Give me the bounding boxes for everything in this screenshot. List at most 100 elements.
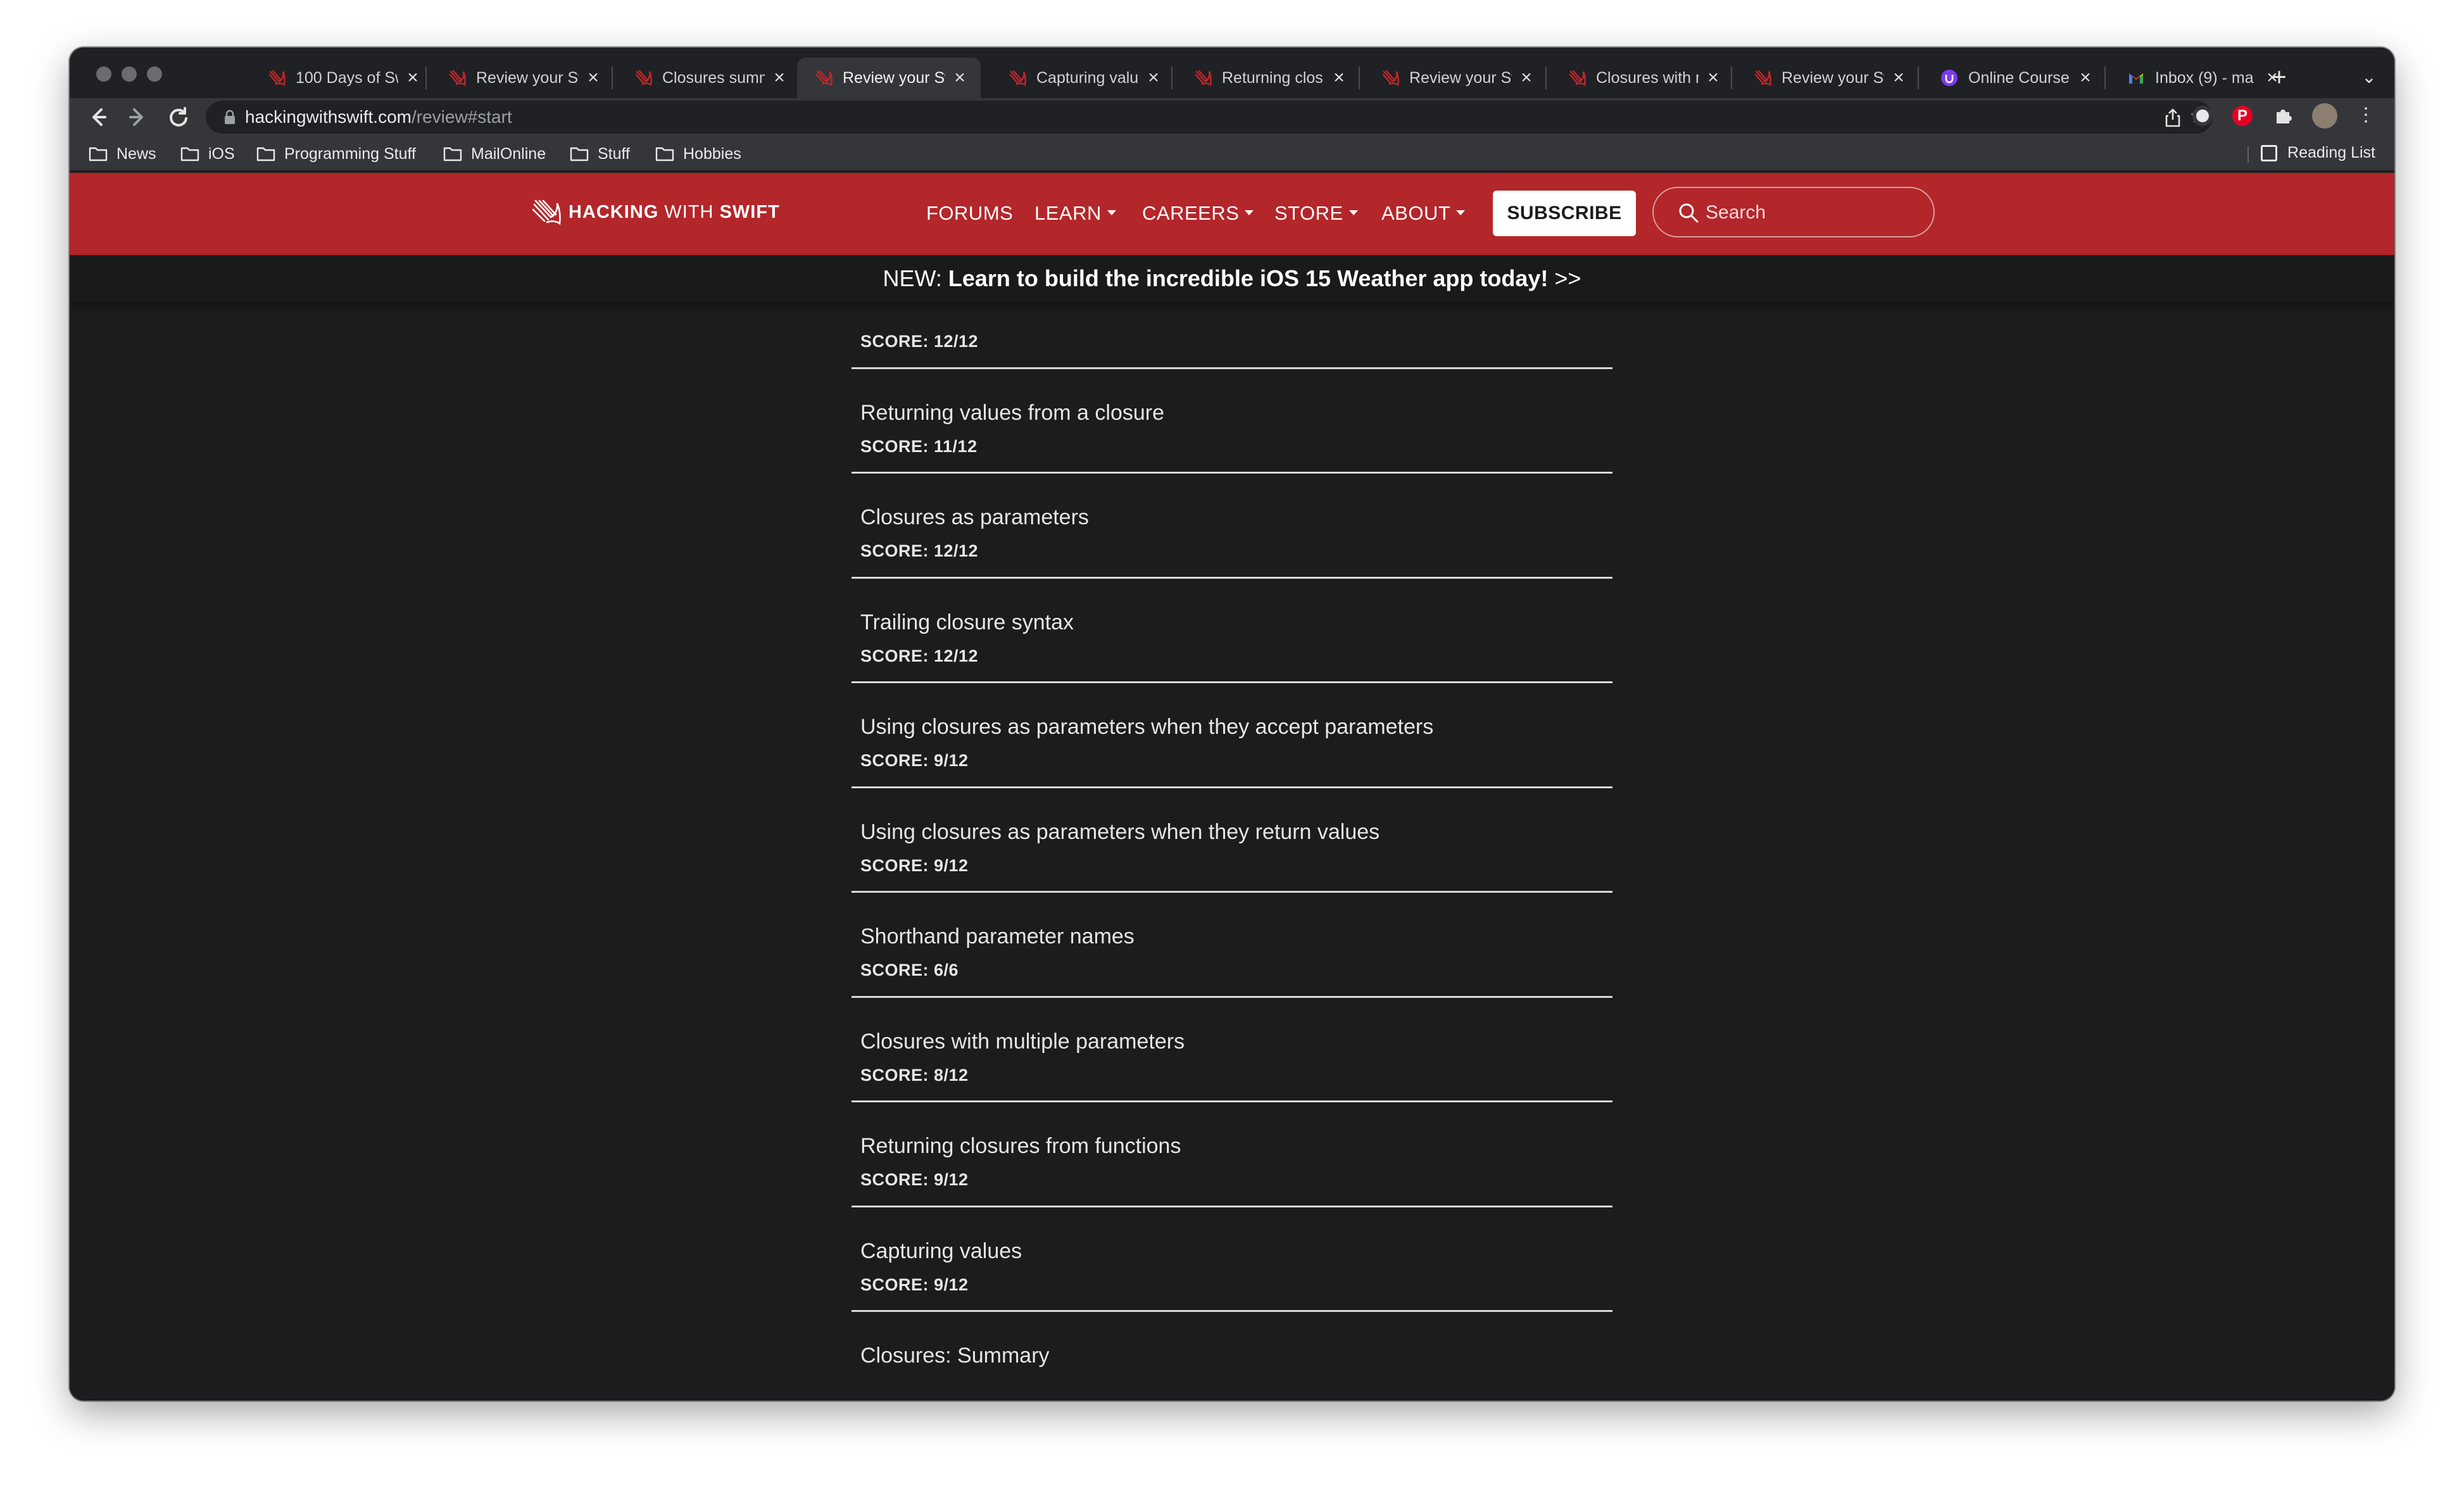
review-score: SCORE: 6/6 [860,961,959,980]
caret-down-icon [1348,210,1358,215]
bookmark-folder[interactable]: Programming Stuff [256,144,416,164]
nav-forums-label: FORUMS [926,202,1014,224]
browser-tab[interactable]: Online Course × [1923,58,2106,98]
bookmark-folder[interactable]: Stuff [570,144,630,164]
logo-swift: SWIFT [719,201,780,222]
tab-title: Capturing valu [1036,68,1139,87]
review-title[interactable]: Closures with multiple parameters [860,1030,1185,1054]
announcement-banner[interactable]: NEW: Learn to build the incredible iOS 1… [70,255,2394,302]
review-item[interactable]: SCORE: 12/12 [852,302,1612,369]
review-title[interactable]: Closures: Summary [860,1344,1050,1368]
tab-separator [1171,66,1172,89]
nav-careers[interactable]: CAREERS [1142,202,1254,225]
close-tab-icon[interactable]: × [2077,67,2094,89]
extension-dark-mode-icon[interactable] [2192,106,2213,126]
announce-suffix: >> [1554,265,1581,291]
forward-button[interactable] [123,102,153,132]
close-tab-icon[interactable]: × [1705,67,1721,89]
review-item[interactable]: Closures as parameters SCORE: 12/12 [852,474,1612,579]
close-tab-icon[interactable]: × [771,67,788,89]
nav-about[interactable]: ABOUT [1381,202,1466,225]
reading-list-icon [2261,144,2278,161]
new-tab-button[interactable]: + [2263,61,2295,93]
tab-separator [1918,66,1919,89]
review-title[interactable]: Capturing values [860,1239,1022,1264]
review-item[interactable]: Returning values from a closure SCORE: 11… [852,369,1612,474]
profile-avatar[interactable] [2312,103,2337,129]
browser-tab[interactable]: 100 Days of Sw × [250,58,434,98]
browser-tab[interactable]: Review your Sw × [797,58,981,98]
review-item[interactable]: Trailing closure syntax SCORE: 12/12 [852,579,1612,683]
bookmark-folder[interactable]: MailOnline [443,144,546,164]
review-title[interactable]: Trailing closure syntax [860,610,1074,635]
close-tab-icon[interactable]: × [1518,67,1535,89]
browser-tab[interactable]: Review your Sw × [1364,58,1547,98]
review-title[interactable]: Returning closures from functions [860,1134,1181,1159]
browser-tab[interactable]: Closures with m × [1550,58,1734,98]
browser-tab[interactable]: Closures summ × [617,58,800,98]
maximize-window-button[interactable] [147,66,162,82]
site-logo[interactable]: HACKING WITH SWIFT [532,198,780,226]
review-item[interactable]: Capturing values SCORE: 9/12 [852,1207,1612,1312]
review-item[interactable]: Using closures as parameters when they a… [852,683,1612,788]
close-tab-icon[interactable]: × [1331,67,1347,89]
bookmark-label: MailOnline [471,144,546,163]
swift-bird-logo-icon [532,199,561,225]
close-tab-icon[interactable]: × [585,67,601,89]
minimize-window-button[interactable] [122,66,137,82]
nav-forums[interactable]: FORUMS [926,202,1013,225]
browser-tab[interactable]: Review your Sw × [1736,58,1920,98]
bookmark-folder[interactable]: Hobbies [655,144,741,164]
review-title[interactable]: Using closures as parameters when they r… [860,820,1380,845]
close-tab-icon[interactable]: × [405,67,421,89]
address-bar[interactable]: hackingwithswift.com/review#start ☆ [206,101,2213,134]
review-item[interactable]: Returning closures from functions SCORE: … [852,1102,1612,1207]
review-title[interactable]: Returning values from a closure [860,401,1164,425]
bookmarks-bar: News iOS Programming Stuff MailOnline Stuff H… [70,136,2394,172]
close-tab-icon[interactable]: × [1890,67,1907,89]
close-window-button[interactable] [96,66,111,82]
site-search-input[interactable]: Search [1652,187,1935,237]
share-icon[interactable] [2162,107,2184,129]
close-tab-icon[interactable]: × [1145,67,1162,89]
browser-tab[interactable]: Review your Sw × [431,58,614,98]
subscribe-button[interactable]: SUBSCRIBE [1493,191,1636,236]
browser-tab[interactable]: Returning clos × [1176,58,1360,98]
review-score: SCORE: 9/12 [860,1275,969,1294]
review-title[interactable]: Using closures as parameters when they a… [860,715,1433,740]
tab-title: 100 Days of Sw [296,68,398,87]
tab-strip: 100 Days of Sw × Review your Sw × Closures s… [70,47,2394,98]
bookmark-folder[interactable]: iOS [180,144,235,164]
reload-button[interactable] [163,102,194,132]
folder-icon [89,147,108,161]
forward-arrow-icon [129,108,143,126]
search-placeholder: Search [1706,202,1766,223]
search-icon [1679,203,1699,223]
review-item[interactable]: Shorthand parameter names SCORE: 6/6 [852,893,1612,998]
browser-menu-icon[interactable]: ⋮ [2355,104,2377,126]
pinterest-icon[interactable]: P [2232,106,2253,126]
review-title[interactable]: Shorthand parameter names [860,924,1135,949]
nav-store[interactable]: STORE [1274,202,1358,225]
hws-icon [1194,69,1212,87]
tab-separator [1731,66,1732,89]
review-score: SCORE: 9/12 [860,751,969,770]
back-button[interactable] [82,102,113,132]
browser-tab[interactable]: Capturing valu × [991,58,1174,98]
bookmark-label: Stuff [598,144,630,163]
browser-toolbar: hackingwithswift.com/review#start ☆ P ⋮ [70,98,2394,136]
review-item[interactable]: Using closures as parameters when they r… [852,788,1612,893]
announce-link[interactable]: Learn to build the incredible iOS 15 Wea… [948,265,1549,291]
nav-learn[interactable]: LEARN [1034,202,1116,225]
review-score: SCORE: 12/12 [860,541,979,560]
review-score: SCORE: 9/12 [860,1170,969,1189]
tab-search-icon[interactable]: ⌄ [2356,61,2382,93]
review-title[interactable]: Closures as parameters [860,505,1089,530]
reading-list-button[interactable]: Reading List [2261,144,2375,162]
back-arrow-icon [92,108,106,126]
review-item[interactable]: Closures: Summary [852,1312,1612,1401]
extensions-puzzle-icon[interactable] [2273,106,2293,126]
close-tab-icon[interactable]: × [952,67,968,89]
bookmark-folder[interactable]: News [89,144,156,164]
review-item[interactable]: Closures with multiple parameters SCORE: … [852,998,1612,1102]
